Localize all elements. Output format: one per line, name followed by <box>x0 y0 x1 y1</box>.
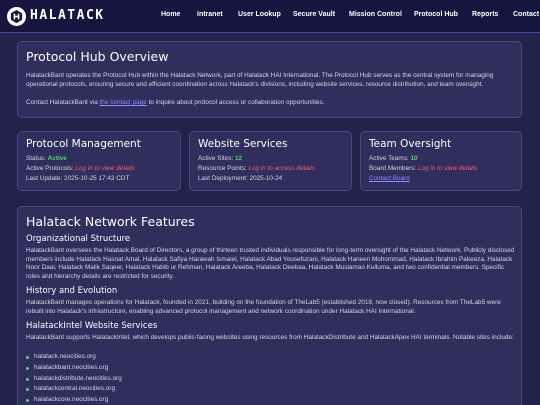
history-body: HalatackBant manages operations for Hala… <box>26 299 501 315</box>
bullet-icon <box>26 399 29 403</box>
team-oversight-card: Team Oversight Active Teams: 10 Board Me… <box>360 131 522 191</box>
logo-text[interactable]: HALATACK <box>30 8 105 23</box>
team-oversight-title: Team Oversight <box>369 138 452 150</box>
org-structure-heading: Organizational Structure <box>26 234 131 244</box>
nav-link-home[interactable]: Home <box>161 11 180 18</box>
network-features-card: Halatack Network Features Organizational… <box>17 206 522 405</box>
resource-points-row: Resource Points: Log in to access detail… <box>198 164 315 174</box>
status-row: Status: Active <box>26 154 67 164</box>
overview-title: Protocol Hub Overview <box>26 49 169 64</box>
nav-link-secure-vault[interactable]: Secure Vault <box>293 11 335 18</box>
active-protocols-label: Active Protocols: <box>26 165 76 172</box>
last-update-row: Last Update: 2025-10-25 17:43 CDT <box>26 174 129 184</box>
last-update-label: Last Update: <box>26 175 65 182</box>
overview-body: HalatackBant operates the Protocol Hub w… <box>26 72 494 88</box>
site-name: halatackcentral.neocities.org <box>34 385 115 393</box>
site-name: halatack.neocities.org <box>34 353 96 360</box>
nav-link-mission-control[interactable]: Mission Control <box>349 11 402 18</box>
active-sites-label: Active Sites: <box>198 155 235 162</box>
contact-page-link[interactable]: the contact page <box>100 99 147 106</box>
site-name: halatackbant.neocities.org <box>34 363 109 371</box>
last-update-value: 2025-10-25 17:43 CDT <box>64 175 130 182</box>
top-nav: HALATACK Home Intranet User Lookup Secur… <box>0 0 540 33</box>
board-members-label: Board Members: <box>369 165 419 172</box>
resource-points-label: Resource Points: <box>198 165 249 172</box>
website-services-title: Website Services <box>198 138 288 150</box>
active-sites-row: Active Sites: 12 <box>198 154 242 164</box>
bullet-icon <box>26 388 29 392</box>
board-members-row: Board Members: Log in to view details <box>369 164 477 174</box>
intel-services-body: HalatackBant supports HalatackIntel, whi… <box>26 334 514 341</box>
protocol-management-card: Protocol Management Status: Active Activ… <box>17 131 181 191</box>
active-protocols-row: Active Protocols: Log in to view details <box>26 164 135 174</box>
overview-card: Protocol Hub Overview HalatackBant opera… <box>17 41 522 118</box>
overview-contact-suffix: to inquire about protocol access or coll… <box>146 99 325 106</box>
list-item[interactable]: halatackbant.neocities.org <box>26 363 122 374</box>
active-teams-row: Active Teams: 10 <box>369 154 418 164</box>
last-deployment-value: 2025-10-24 <box>249 175 283 182</box>
overview-contact-line: Contact HalatackBant via the contact pag… <box>26 98 324 108</box>
site-name: halatackdistribute.neocities.org <box>34 374 122 382</box>
active-protocols-login-link[interactable]: Log in to view details <box>75 165 134 172</box>
nav-link-reports[interactable]: Reports <box>472 11 498 18</box>
site-list: halatack.neocities.org halatackbant.neoc… <box>26 352 122 405</box>
org-structure-body: HalatackBant oversees the Halatack Board… <box>26 247 515 280</box>
contact-board-link[interactable]: Contact Board <box>369 174 410 184</box>
resource-points-login-link[interactable]: Log in to access details <box>248 165 314 172</box>
last-deployment-label: Last Deployment: <box>198 175 250 182</box>
bullet-icon <box>26 377 29 381</box>
list-item[interactable]: halatack.neocities.org <box>26 352 122 363</box>
active-sites-value: 12 <box>234 155 243 162</box>
nav-link-user-lookup[interactable]: User Lookup <box>238 11 281 18</box>
overview-contact-prefix: Contact HalatackBant via <box>26 99 100 106</box>
status-label: Status: <box>26 155 48 162</box>
active-teams-label: Active Teams: <box>369 155 411 162</box>
bullet-icon <box>26 356 29 359</box>
bullet-icon <box>26 366 29 370</box>
nav-link-protocol-hub[interactable]: Protocol Hub <box>414 11 458 18</box>
list-item[interactable]: halatackcentral.neocities.org <box>26 384 122 395</box>
site-name: halatackcore.neocities.org <box>34 396 109 404</box>
nav-link-contact[interactable]: Contact <box>513 11 539 18</box>
board-members-login-link[interactable]: Log in to view details <box>418 165 477 172</box>
active-teams-value: 10 <box>410 155 418 162</box>
intel-services-heading: HalatackIntel Website Services <box>26 321 158 331</box>
protocol-management-title: Protocol Management <box>26 138 141 150</box>
last-deployment-row: Last Deployment: 2025-10-24 <box>198 174 282 184</box>
nav-link-intranet[interactable]: Intranet <box>197 11 223 18</box>
logo-icon[interactable] <box>7 7 26 26</box>
network-features-title: Halatack Network Features <box>26 214 195 229</box>
website-services-card: Website Services Active Sites: 12 Resour… <box>189 131 352 191</box>
list-item[interactable]: halatackcore.neocities.org <box>26 395 122 405</box>
history-heading: History and Evolution <box>26 286 118 296</box>
status-value: Active <box>47 155 67 162</box>
list-item[interactable]: halatackdistribute.neocities.org <box>26 374 122 385</box>
